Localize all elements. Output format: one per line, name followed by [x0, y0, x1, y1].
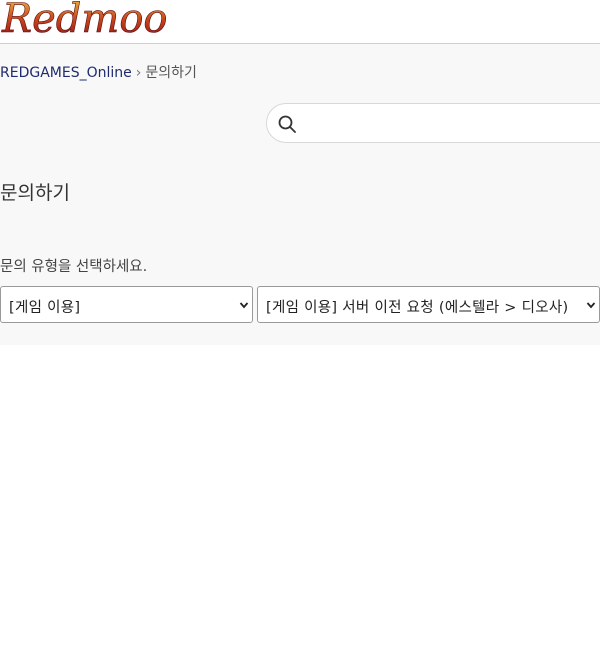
- search-box[interactable]: [266, 103, 600, 143]
- breadcrumb-current: 문의하기: [145, 65, 197, 81]
- chevron-down-icon: [239, 302, 249, 309]
- redmoon-logo[interactable]: Redmoon: [0, 0, 170, 44]
- breadcrumb-home-link[interactable]: REDGAMES_Online: [0, 65, 132, 81]
- page: Redmoon REDGAMES_Online›문의하기 문의하기 문의 유형을…: [0, 0, 600, 663]
- site-header: Redmoon: [0, 0, 600, 44]
- breadcrumb: REDGAMES_Online › 문의하기: [0, 62, 197, 82]
- detail-select-value: [게임 이용] 서버 이전 요청 (에스텔라 > 디오사): [266, 300, 569, 316]
- logo-text: Redmoon: [1, 0, 170, 42]
- inquiry-category-select[interactable]: [게임 이용]: [0, 286, 253, 323]
- inquiry-type-label: 문의 유형을 선택하세요.: [0, 259, 148, 275]
- page-title: 문의하기: [0, 182, 70, 204]
- breadcrumb-separator: ›: [135, 65, 142, 81]
- search-input[interactable]: [307, 108, 600, 140]
- chevron-down-icon: [586, 302, 596, 309]
- search-icon[interactable]: [277, 114, 297, 134]
- category-select-value: [게임 이용]: [9, 300, 81, 316]
- inquiry-detail-select[interactable]: [게임 이용] 서버 이전 요청 (에스텔라 > 디오사): [257, 286, 600, 323]
